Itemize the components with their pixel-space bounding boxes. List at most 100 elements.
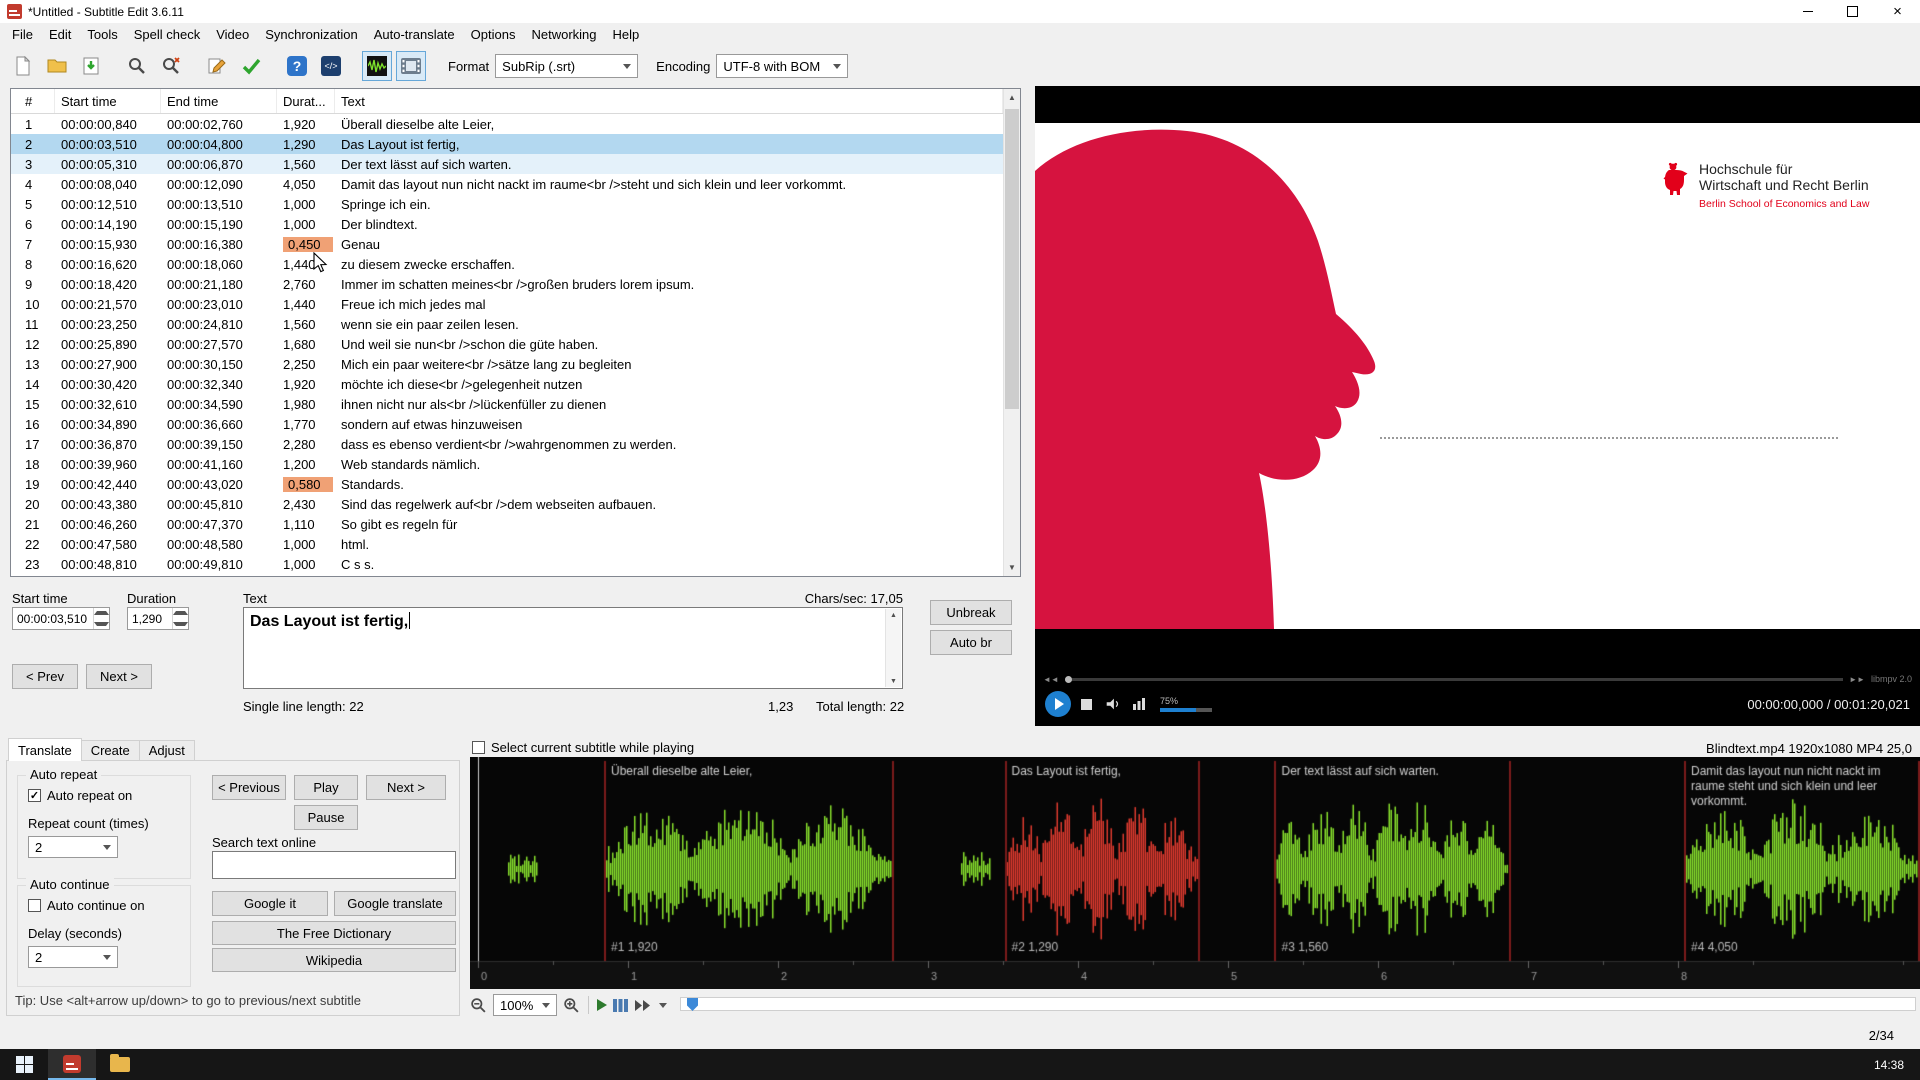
waveform-canvas[interactable]	[470, 757, 1920, 989]
format-combobox[interactable]: SubRip (.srt)	[495, 54, 639, 78]
cell-start-time[interactable]: 00:00:43,380	[55, 494, 161, 514]
cell-number[interactable]: 11	[11, 314, 55, 334]
save-button[interactable]	[76, 51, 106, 81]
table-row[interactable]: 11 00:00:23,250 00:00:24,810 1,560 wenn sie …	[11, 314, 1020, 334]
table-row[interactable]: 5 00:00:12,510 00:00:13,510 1,000 Springe ic…	[11, 194, 1020, 214]
cell-end-time[interactable]: 00:00:43,020	[161, 474, 277, 494]
cell-text[interactable]: Sind das regelwerk auf<br />dem webseite…	[335, 494, 1020, 514]
zoom-level-combobox[interactable]: 100%	[493, 994, 557, 1016]
cell-end-time[interactable]: 00:00:24,810	[161, 314, 277, 334]
table-row[interactable]: 3 00:00:05,310 00:00:06,870 1,560 Der text l…	[11, 154, 1020, 174]
cell-start-time[interactable]: 00:00:32,610	[55, 394, 161, 414]
cell-duration[interactable]: 1,200	[277, 454, 335, 474]
duration-spinner[interactable]: 1,290	[127, 607, 189, 630]
cell-number[interactable]: 13	[11, 354, 55, 374]
cell-number[interactable]: 14	[11, 374, 55, 394]
cell-text[interactable]: So gibt es regeln für	[335, 514, 1020, 534]
cell-duration[interactable]: 1,000	[277, 534, 335, 554]
encoding-combobox[interactable]: UTF-8 with BOM	[716, 54, 849, 78]
auto-repeat-checkbox[interactable]: ✓ Auto repeat on	[28, 788, 132, 803]
taskbar-file-explorer[interactable]	[96, 1049, 144, 1080]
spinner-arrows[interactable]	[172, 608, 188, 629]
table-row[interactable]: 16 00:00:34,890 00:00:36,660 1,770 sondern a…	[11, 414, 1020, 434]
open-file-button[interactable]	[42, 51, 72, 81]
cell-text[interactable]: dass es ebenso verdient<br />wahrgenomme…	[335, 434, 1020, 454]
cell-text[interactable]: C s s.	[335, 554, 1020, 574]
pause-button[interactable]: Pause	[294, 805, 358, 830]
delay-combobox[interactable]: 2	[28, 946, 118, 968]
cell-text[interactable]: Der blindtext.	[335, 214, 1020, 234]
scroll-down-icon[interactable]: ▼	[1004, 559, 1020, 576]
cell-duration[interactable]: 0,450	[277, 234, 335, 254]
cell-end-time[interactable]: 00:00:32,340	[161, 374, 277, 394]
cell-start-time[interactable]: 00:00:18,420	[55, 274, 161, 294]
cell-end-time[interactable]: 00:00:18,060	[161, 254, 277, 274]
cell-duration[interactable]: 2,430	[277, 494, 335, 514]
cell-text[interactable]: ihnen nicht nur als<br />lückenfüller zu…	[335, 394, 1020, 414]
cell-text[interactable]: Das Layout ist fertig,	[335, 134, 1020, 154]
cell-duration[interactable]: 1,560	[277, 154, 335, 174]
position-marker[interactable]	[687, 998, 698, 1011]
cell-duration[interactable]: 2,760	[277, 274, 335, 294]
cell-start-time[interactable]: 00:00:03,510	[55, 134, 161, 154]
cell-duration[interactable]: 0,580	[277, 474, 335, 494]
start-time-spinner[interactable]: 00:00:03,510	[12, 607, 110, 630]
cell-number[interactable]: 19	[11, 474, 55, 494]
cell-text[interactable]: sondern auf etwas hinzuweisen	[335, 414, 1020, 434]
menu-synchronization[interactable]: Synchronization	[257, 23, 366, 46]
waveform-view-button[interactable]	[613, 998, 628, 1013]
cell-start-time[interactable]: 00:00:48,810	[55, 554, 161, 574]
play-button[interactable]	[1045, 691, 1071, 717]
cell-text[interactable]: zu diesem zwecke erschaffen.	[335, 254, 1020, 274]
column-header[interactable]: Start time	[55, 89, 161, 113]
auto-continue-checkbox[interactable]: Auto continue on	[28, 898, 145, 913]
menu-file[interactable]: File	[4, 23, 41, 46]
seek-forward-icon[interactable]: ►►	[1849, 675, 1865, 684]
cell-number[interactable]: 4	[11, 174, 55, 194]
waveform-toggle-button[interactable]	[362, 51, 392, 81]
cell-start-time[interactable]: 00:00:08,040	[55, 174, 161, 194]
cell-number[interactable]: 3	[11, 154, 55, 174]
table-row[interactable]: 22 00:00:47,580 00:00:48,580 1,000 html.	[11, 534, 1020, 554]
google-translate-button[interactable]: Google translate	[334, 891, 456, 916]
cell-start-time[interactable]: 00:00:21,570	[55, 294, 161, 314]
help-button[interactable]: ?	[282, 51, 312, 81]
cell-text[interactable]: Der text lässt auf sich warten.	[335, 154, 1020, 174]
table-row[interactable]: 4 00:00:08,040 00:00:12,090 4,050 Damit das …	[11, 174, 1020, 194]
subtitle-text-input[interactable]: Das Layout ist fertig, ▲ ▼	[243, 607, 903, 689]
menu-networking[interactable]: Networking	[523, 23, 604, 46]
cell-end-time[interactable]: 00:00:34,590	[161, 394, 277, 414]
table-row[interactable]: 14 00:00:30,420 00:00:32,340 1,920 möchte ic…	[11, 374, 1020, 394]
table-row[interactable]: 23 00:00:48,810 00:00:49,810 1,000 C s s.	[11, 554, 1020, 574]
cell-number[interactable]: 20	[11, 494, 55, 514]
menu-help[interactable]: Help	[605, 23, 648, 46]
textbox-scrollbar[interactable]: ▲ ▼	[885, 609, 901, 687]
cell-text[interactable]: möchte ich diese<br />gelegenheit nutzen	[335, 374, 1020, 394]
table-row[interactable]: 1 00:00:00,840 00:00:02,760 1,920 Überall di…	[11, 114, 1020, 134]
source-view-button[interactable]: </>	[316, 51, 346, 81]
cell-duration[interactable]: 1,920	[277, 374, 335, 394]
cell-number[interactable]: 15	[11, 394, 55, 414]
list-scrollbar[interactable]: ▲ ▼	[1003, 89, 1020, 576]
cell-number[interactable]: 21	[11, 514, 55, 534]
table-row[interactable]: 10 00:00:21,570 00:00:23,010 1,440 Freue ich…	[11, 294, 1020, 314]
maximize-button[interactable]	[1830, 0, 1875, 23]
cell-duration[interactable]: 2,250	[277, 354, 335, 374]
wikipedia-button[interactable]: Wikipedia	[212, 948, 456, 972]
cell-duration[interactable]: 1,000	[277, 214, 335, 234]
cell-number[interactable]: 9	[11, 274, 55, 294]
playback-speed-button[interactable]	[634, 999, 667, 1012]
select-current-checkbox[interactable]: Select current subtitle while playing	[472, 740, 694, 755]
cell-start-time[interactable]: 00:00:46,260	[55, 514, 161, 534]
cell-start-time[interactable]: 00:00:36,870	[55, 434, 161, 454]
spinner-arrows[interactable]	[93, 608, 109, 629]
table-row[interactable]: 21 00:00:46,260 00:00:47,370 1,110 So gibt e…	[11, 514, 1020, 534]
menu-spell-check[interactable]: Spell check	[126, 23, 208, 46]
menu-tools[interactable]: Tools	[79, 23, 125, 46]
cell-text[interactable]: Mich ein paar weitere<br />sätze lang zu…	[335, 354, 1020, 374]
tab-create[interactable]: Create	[80, 740, 140, 761]
google-it-button[interactable]: Google it	[212, 891, 328, 916]
cell-end-time[interactable]: 00:00:49,810	[161, 554, 277, 574]
cell-duration[interactable]: 1,000	[277, 554, 335, 574]
cell-start-time[interactable]: 00:00:23,250	[55, 314, 161, 334]
